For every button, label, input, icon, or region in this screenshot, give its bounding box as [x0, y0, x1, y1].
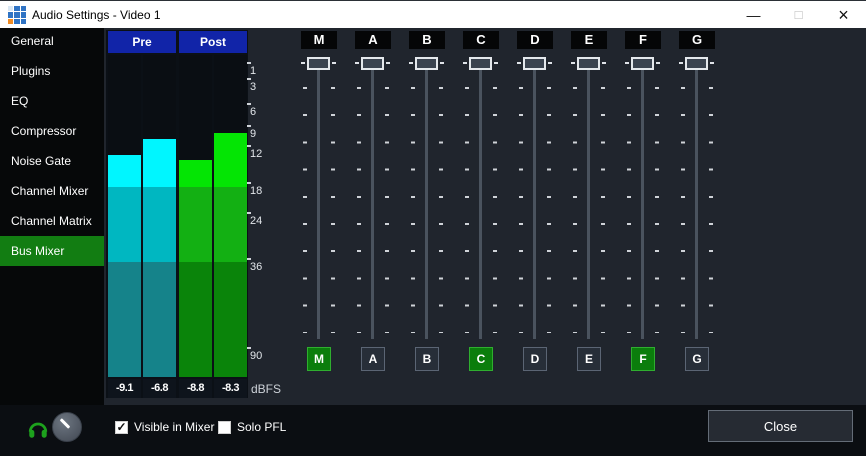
fader-ticks [519, 87, 523, 333]
fader-column-d: D D [513, 28, 557, 378]
fader-track[interactable] [641, 62, 644, 339]
fader-ticks [331, 87, 335, 333]
fader-label-c: C [463, 31, 499, 49]
fader-track[interactable] [479, 62, 482, 339]
sidebar-item-bus-mixer[interactable]: Bus Mixer [0, 236, 104, 266]
sidebar-item-compressor[interactable]: Compressor [0, 116, 104, 146]
fader-ticks [709, 87, 713, 333]
fader-ticks [465, 87, 469, 333]
fader-track[interactable] [533, 62, 536, 339]
main-panel: Pre Post 1 3 6 9 12 18 24 36 90 -9.1 -6.… [104, 28, 866, 405]
bus-button-e[interactable]: E [577, 347, 601, 371]
fader-track[interactable] [587, 62, 590, 339]
maximize-icon: □ [795, 1, 803, 29]
fader-column-g: G G [675, 28, 719, 378]
fader-label-b: B [409, 31, 445, 49]
fader-ticks [627, 87, 631, 333]
fader-column-e: E E [567, 28, 611, 378]
close-button[interactable]: Close [708, 410, 853, 442]
bus-button-b[interactable]: B [415, 347, 439, 371]
monitor-volume-knob[interactable] [52, 412, 82, 442]
fader-handle-m[interactable] [307, 57, 330, 70]
fader-track[interactable] [371, 62, 374, 339]
fader-column-b: B B [405, 28, 449, 378]
visible-in-mixer-checkbox[interactable]: ✓ [115, 421, 128, 434]
sidebar: General Plugins EQ Compressor Noise Gate… [0, 28, 104, 456]
footer: ✓ Visible in Mixer ✓ Solo PFL Close [0, 405, 866, 456]
fader-column-m: M M [297, 28, 341, 378]
fader-column-c: C C [459, 28, 503, 378]
fader-label-f: F [625, 31, 661, 49]
checkmark-icon: ✓ [116, 422, 127, 433]
bus-button-g[interactable]: G [685, 347, 709, 371]
fader-label-a: A [355, 31, 391, 49]
headphones-icon[interactable] [27, 418, 49, 440]
fader-track[interactable] [695, 62, 698, 339]
audio-settings-window: Audio Settings - Video 1 — □ × General P… [0, 0, 866, 456]
fader-handle-d[interactable] [523, 57, 546, 70]
window-title: Audio Settings - Video 1 [32, 1, 161, 29]
fader-ticks [303, 87, 307, 333]
fader-ticks [439, 87, 443, 333]
fader-label-e: E [571, 31, 607, 49]
maximize-button[interactable]: □ [776, 1, 821, 29]
fader-handle-f[interactable] [631, 57, 654, 70]
fader-handle-e[interactable] [577, 57, 600, 70]
fader-ticks [547, 87, 551, 333]
fader-ticks [655, 87, 659, 333]
bus-button-f[interactable]: F [631, 347, 655, 371]
minimize-button[interactable]: — [731, 1, 776, 29]
fader-ticks [493, 87, 497, 333]
fader-handle-g[interactable] [685, 57, 708, 70]
fader-label-d: D [517, 31, 553, 49]
sidebar-item-channel-matrix[interactable]: Channel Matrix [0, 206, 104, 236]
sidebar-item-noise-gate[interactable]: Noise Gate [0, 146, 104, 176]
fader-ticks [385, 87, 389, 333]
titlebar: Audio Settings - Video 1 — □ × [0, 0, 866, 28]
fader-label-g: G [679, 31, 715, 49]
close-icon: × [838, 1, 849, 29]
minimize-icon: — [747, 1, 761, 29]
fader-ticks [601, 87, 605, 333]
fader-handle-a[interactable] [361, 57, 384, 70]
knob-pointer [60, 418, 71, 429]
bus-button-a[interactable]: A [361, 347, 385, 371]
fader-track[interactable] [425, 62, 428, 339]
bus-button-c[interactable]: C [469, 347, 493, 371]
bus-button-m[interactable]: M [307, 347, 331, 371]
solo-pfl-label[interactable]: Solo PFL [237, 420, 286, 435]
sidebar-item-eq[interactable]: EQ [0, 86, 104, 116]
visible-in-mixer-label[interactable]: Visible in Mixer [134, 420, 214, 435]
sidebar-list: General Plugins EQ Compressor Noise Gate… [0, 26, 104, 266]
bus-faders: M M A A B B [104, 28, 866, 405]
sidebar-item-channel-mixer[interactable]: Channel Mixer [0, 176, 104, 206]
fader-track[interactable] [317, 62, 320, 339]
sidebar-item-plugins[interactable]: Plugins [0, 56, 104, 86]
fader-handle-b[interactable] [415, 57, 438, 70]
fader-ticks [357, 87, 361, 333]
fader-label-m: M [301, 31, 337, 49]
solo-pfl-checkbox[interactable]: ✓ [218, 421, 231, 434]
fader-column-a: A A [351, 28, 395, 378]
app-icon [8, 6, 26, 24]
fader-handle-c[interactable] [469, 57, 492, 70]
fader-ticks [411, 87, 415, 333]
fader-column-f: F F [621, 28, 665, 378]
fader-ticks [573, 87, 577, 333]
close-window-button[interactable]: × [821, 1, 866, 29]
sidebar-item-general[interactable]: General [0, 26, 104, 56]
fader-ticks [681, 87, 685, 333]
bus-button-d[interactable]: D [523, 347, 547, 371]
